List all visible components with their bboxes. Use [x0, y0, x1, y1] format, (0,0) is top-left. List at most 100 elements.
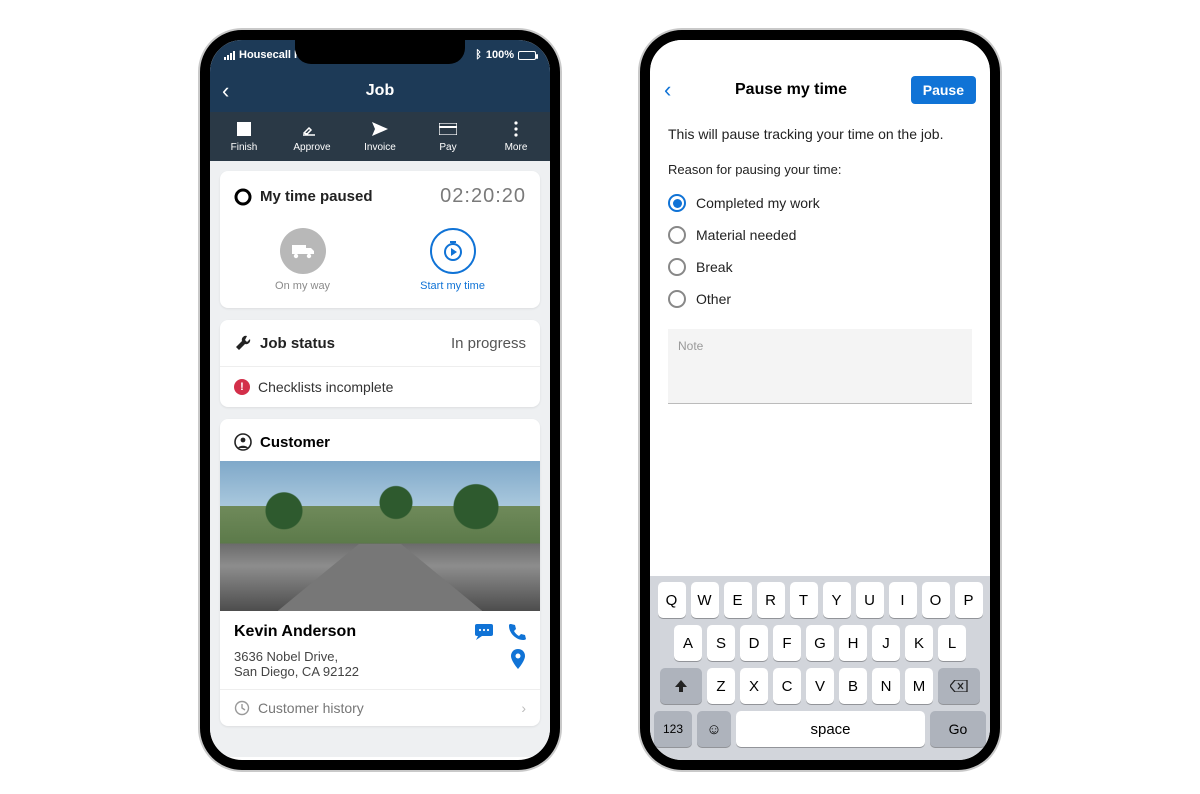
customer-name: Kevin Anderson: [234, 623, 356, 641]
key-z[interactable]: Z: [707, 668, 735, 704]
checklist-alert-row[interactable]: ! Checklists incomplete: [220, 367, 540, 407]
ring-icon: [234, 188, 252, 206]
nav-header: ‹ Job: [210, 70, 550, 112]
key-y[interactable]: Y: [823, 582, 851, 618]
key-g[interactable]: G: [806, 625, 834, 661]
key-shift[interactable]: [660, 668, 702, 704]
job-status-row[interactable]: Job status In progress: [220, 320, 540, 366]
pause-button[interactable]: Pause: [911, 76, 976, 104]
back-button[interactable]: ‹: [222, 78, 229, 104]
checklist-alert-text: Checklists incomplete: [258, 379, 393, 395]
key-w[interactable]: W: [691, 582, 719, 618]
key-backspace[interactable]: [938, 668, 980, 704]
radio-icon: [668, 290, 686, 308]
key-v[interactable]: V: [806, 668, 834, 704]
elapsed-time: 02:20:20: [440, 185, 526, 208]
signal-icon: [224, 51, 235, 60]
key-n[interactable]: N: [872, 668, 900, 704]
key-j[interactable]: J: [872, 625, 900, 661]
sign-icon: [303, 120, 321, 138]
iphone-notch: [295, 40, 465, 64]
reason-option-completed[interactable]: Completed my work: [668, 187, 972, 219]
truck-icon: [280, 228, 326, 274]
page-title: Job: [366, 82, 394, 100]
pay-button[interactable]: Pay: [414, 112, 482, 161]
customer-section-label: Customer: [260, 434, 330, 451]
message-button[interactable]: [474, 623, 494, 641]
key-l[interactable]: L: [938, 625, 966, 661]
finish-button[interactable]: Finish: [210, 112, 278, 161]
job-status-label: Job status: [260, 335, 335, 352]
note-input[interactable]: Note: [668, 329, 972, 404]
page-title: Pause my time: [735, 81, 847, 99]
nav-header: ‹ Pause my time Pause: [650, 66, 990, 114]
key-o[interactable]: O: [922, 582, 950, 618]
key-go[interactable]: Go: [930, 711, 986, 747]
invoice-button[interactable]: Invoice: [346, 112, 414, 161]
alert-icon: !: [234, 379, 250, 395]
key-space[interactable]: space: [736, 711, 925, 747]
note-placeholder: Note: [678, 339, 703, 353]
reason-label: Reason for pausing your time:: [668, 162, 972, 177]
content-scroll[interactable]: My time paused 02:20:20 On my way: [210, 161, 550, 757]
bluetooth-icon: ᛒ: [475, 49, 482, 61]
address-line2: San Diego, CA 92122: [234, 664, 359, 679]
keyboard-row-2: A S D F G H J K L: [654, 625, 986, 661]
key-s[interactable]: S: [707, 625, 735, 661]
key-emoji[interactable]: ☺: [697, 711, 731, 747]
history-icon: [234, 700, 250, 716]
key-numbers[interactable]: 123: [654, 711, 692, 747]
card-icon: [439, 120, 457, 138]
key-q[interactable]: Q: [658, 582, 686, 618]
keyboard-row-4: 123 ☺ space Go: [654, 711, 986, 747]
chevron-right-icon: ›: [521, 700, 526, 716]
time-card: My time paused 02:20:20 On my way: [220, 171, 540, 308]
key-e[interactable]: E: [724, 582, 752, 618]
phone-pause-time: ‹ Pause my time Pause This will pause tr…: [640, 30, 1000, 770]
stop-icon: [235, 120, 253, 138]
approve-button[interactable]: Approve: [278, 112, 346, 161]
reason-option-other[interactable]: Other: [668, 283, 972, 315]
key-r[interactable]: R: [757, 582, 785, 618]
key-u[interactable]: U: [856, 582, 884, 618]
wrench-icon: [234, 334, 252, 352]
streetview-image[interactable]: [220, 461, 540, 611]
phone-job-detail: Housecall Pro 9:41 AM ᛒ 100% ‹ Job Finis…: [200, 30, 560, 770]
timer-icon: [430, 228, 476, 274]
reason-option-break[interactable]: Break: [668, 251, 972, 283]
job-status-card: Job status In progress ! Checklists inco…: [220, 320, 540, 407]
key-d[interactable]: D: [740, 625, 768, 661]
key-k[interactable]: K: [905, 625, 933, 661]
key-c[interactable]: C: [773, 668, 801, 704]
address-line1: 3636 Nobel Drive,: [234, 649, 359, 664]
key-x[interactable]: X: [740, 668, 768, 704]
key-f[interactable]: F: [773, 625, 801, 661]
key-b[interactable]: B: [839, 668, 867, 704]
radio-icon: [668, 258, 686, 276]
key-p[interactable]: P: [955, 582, 983, 618]
key-a[interactable]: A: [674, 625, 702, 661]
person-icon: [234, 433, 252, 451]
back-button[interactable]: ‹: [664, 77, 671, 103]
pause-form: This will pause tracking your time on th…: [650, 114, 990, 408]
status-bar: [650, 40, 990, 66]
start-time-button[interactable]: Start my time: [420, 228, 485, 292]
key-i[interactable]: I: [889, 582, 917, 618]
map-pin-button[interactable]: [510, 649, 526, 669]
pause-description: This will pause tracking your time on th…: [668, 126, 972, 142]
more-button[interactable]: More: [482, 112, 550, 161]
keyboard: Q W E R T Y U I O P A S D F G H J K L: [650, 576, 990, 760]
reason-option-material[interactable]: Material needed: [668, 219, 972, 251]
on-my-way-button[interactable]: On my way: [275, 228, 330, 292]
keyboard-row-3: Z X C V B N M: [654, 668, 986, 704]
key-m[interactable]: M: [905, 668, 933, 704]
keyboard-row-1: Q W E R T Y U I O P: [654, 582, 986, 618]
action-toolbar: Finish Approve Invoice Pay More: [210, 112, 550, 161]
battery-icon: [518, 51, 536, 60]
key-h[interactable]: H: [839, 625, 867, 661]
radio-icon: [668, 226, 686, 244]
call-button[interactable]: [508, 623, 526, 641]
customer-history-row[interactable]: Customer history ›: [220, 689, 540, 726]
key-t[interactable]: T: [790, 582, 818, 618]
job-status-value: In progress: [451, 335, 526, 352]
